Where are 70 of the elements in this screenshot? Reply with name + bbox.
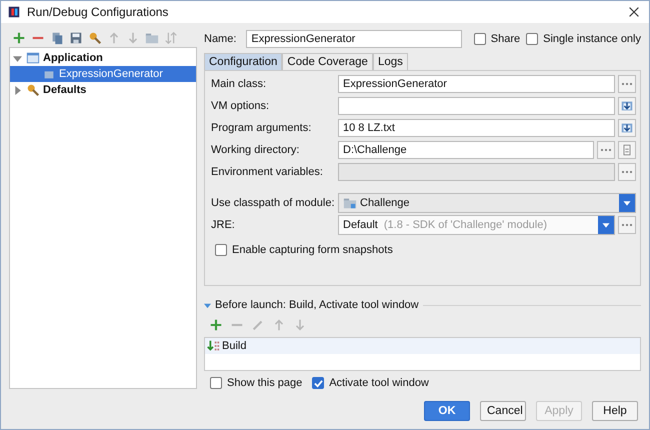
checkbox-label: Single instance only (543, 33, 641, 45)
folder-icon (145, 31, 159, 45)
jre-dropdown[interactable]: Default (1.8 - SDK of 'Challenge' module) (338, 215, 615, 235)
expander-icon[interactable] (13, 54, 23, 62)
arrow-down-icon (126, 31, 140, 45)
checkbox-label: Activate tool window (329, 377, 429, 389)
dropdown-button[interactable] (619, 194, 635, 212)
toolbar-add-button[interactable] (11, 30, 27, 46)
input-field[interactable] (338, 97, 615, 115)
dialog-button[interactable]: Cancel (480, 401, 526, 421)
window-title: Run/Debug Configurations (27, 5, 170, 19)
checkbox[interactable] (526, 33, 538, 45)
section-title: Before launch: Build, Activate tool window (215, 299, 419, 311)
name-label: Name: (204, 32, 236, 46)
field-label: Program arguments: (211, 122, 312, 134)
input-field[interactable]: D:\Challenge (338, 141, 594, 159)
browse-button[interactable] (618, 75, 636, 93)
toolbar-save-button[interactable] (68, 30, 84, 46)
window-icon (26, 51, 40, 65)
expand-button[interactable] (618, 119, 636, 137)
input-field[interactable]: 10 8 LZ.txt (338, 119, 615, 137)
field-label: Main class: (211, 78, 268, 90)
tab[interactable]: Code Coverage (282, 53, 373, 70)
tree-item[interactable]: Defaults (10, 82, 196, 98)
checkbox[interactable] (210, 377, 222, 389)
tab[interactable]: Logs (372, 53, 408, 70)
name-field[interactable]: ExpressionGenerator (246, 30, 462, 48)
app-logo-icon (7, 5, 21, 19)
dialog-button[interactable]: OK (424, 401, 470, 421)
macro-button[interactable] (618, 141, 636, 159)
plus-icon (12, 31, 26, 45)
checkbox-label: Show this page (227, 377, 302, 389)
expander-icon[interactable] (13, 86, 23, 94)
arrow-up-icon (107, 31, 121, 45)
browse-button[interactable] (597, 141, 615, 159)
task-item[interactable]: Build (205, 338, 640, 354)
pencil-icon (251, 318, 265, 332)
dialog-button[interactable]: Help (592, 401, 638, 421)
field-label: JRE: (211, 219, 236, 231)
input-field[interactable]: ExpressionGenerator (338, 75, 615, 93)
checkbox[interactable] (474, 33, 486, 45)
browse-button[interactable] (618, 163, 636, 181)
tree-item[interactable]: Application (10, 50, 196, 66)
field-label: Use classpath of module: (211, 197, 335, 209)
build-icon (206, 339, 220, 353)
expand-icon (620, 99, 634, 113)
close-icon (627, 5, 641, 19)
sort-icon (164, 31, 178, 45)
copy-icon (50, 31, 64, 45)
tree-item[interactable]: ExpressionGenerator (10, 66, 196, 82)
field-label: Working directory: (211, 144, 300, 156)
checkbox[interactable] (312, 377, 324, 389)
task-add-button[interactable] (208, 317, 224, 333)
expand-button[interactable] (618, 97, 636, 115)
tab[interactable]: Configuration (204, 53, 282, 70)
browse-button[interactable] (618, 216, 636, 234)
field-label: Environment variables: (211, 166, 324, 178)
field-label: VM options: (211, 100, 270, 112)
arrow-down-icon (293, 318, 307, 332)
floppy-icon (69, 31, 83, 45)
plus-icon (209, 318, 223, 332)
checkbox[interactable] (215, 244, 227, 256)
folder-icon (343, 196, 357, 210)
dropdown-button[interactable] (598, 216, 614, 234)
checkbox-label: Enable capturing form snapshots (232, 244, 393, 256)
checkbox-label: Share (490, 33, 520, 45)
collapse-toggle[interactable] (204, 302, 211, 308)
expand-icon (620, 121, 634, 135)
arrow-up-icon (272, 318, 286, 332)
module-dropdown[interactable]: Challenge (338, 193, 636, 213)
